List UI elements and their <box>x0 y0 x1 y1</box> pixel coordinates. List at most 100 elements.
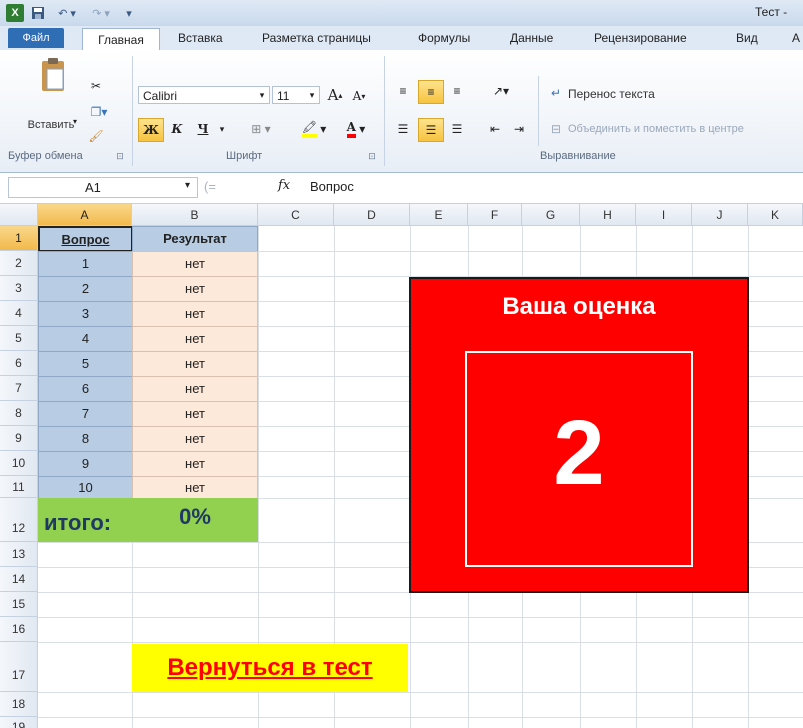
row-header-4[interactable]: 4 <box>0 301 38 326</box>
row-header-5[interactable]: 5 <box>0 326 38 351</box>
question-cell[interactable]: 1 <box>38 251 133 277</box>
question-cell[interactable]: 5 <box>38 351 133 377</box>
underline-dropdown-icon[interactable]: ▾ <box>216 120 228 138</box>
column-header-j[interactable]: J <box>692 204 748 226</box>
row-header-18[interactable]: 18 <box>0 692 38 717</box>
redo-icon[interactable]: ↷ ▾ <box>86 4 116 22</box>
column-header-a[interactable]: A <box>38 204 132 226</box>
align-left-icon[interactable]: ☰ <box>392 118 414 140</box>
splitter-icon[interactable]: (= <box>204 179 216 194</box>
bold-button[interactable]: Ж <box>138 118 164 142</box>
result-cell[interactable]: нет <box>132 376 258 402</box>
question-cell[interactable]: 10 <box>38 476 133 499</box>
shrink-font-button[interactable]: A ▾ <box>348 86 370 106</box>
row-header-2[interactable]: 2 <box>0 251 38 276</box>
font-dialog-launcher-icon[interactable]: ⊡ <box>366 150 378 162</box>
wrap-text-icon[interactable]: ↵ <box>546 84 566 102</box>
tab-data[interactable]: Данные <box>510 26 553 50</box>
save-icon[interactable] <box>30 4 46 22</box>
tab-home[interactable]: Главная <box>82 28 160 52</box>
result-cell[interactable]: нет <box>132 476 258 499</box>
customize-qat-icon[interactable]: ▾ <box>122 4 136 22</box>
align-middle-icon[interactable]: ≡ <box>418 80 444 104</box>
font-size-dropdown-icon[interactable]: ▾ <box>306 86 318 104</box>
column-header-i[interactable]: I <box>636 204 692 226</box>
result-cell[interactable]: нет <box>132 326 258 352</box>
result-cell[interactable]: нет <box>132 276 258 302</box>
fill-color-icon[interactable]: 🖍 ▾ <box>296 118 332 140</box>
row-header-14[interactable]: 14 <box>0 567 38 592</box>
row-header-16[interactable]: 16 <box>0 617 38 642</box>
row-header-10[interactable]: 10 <box>0 451 38 476</box>
align-center-icon[interactable]: ☰ <box>418 118 444 142</box>
question-cell[interactable]: 2 <box>38 276 133 302</box>
dialog-launcher-icon[interactable]: ⊡ <box>114 150 126 162</box>
row-header-8[interactable]: 8 <box>0 401 38 426</box>
worksheet-grid[interactable]: A B C D E F G H I J K 1 2 3 4 5 6 7 8 9 … <box>0 204 803 728</box>
format-painter-icon[interactable]: 🖌 <box>86 126 106 146</box>
row-header-17[interactable]: 17 <box>0 642 38 692</box>
row-header-19[interactable]: 19 <box>0 717 38 728</box>
tab-more[interactable]: А <box>792 26 800 50</box>
total-value[interactable]: 0% <box>132 500 258 534</box>
row-header-6[interactable]: 6 <box>0 351 38 376</box>
name-box[interactable]: A1 ▾ <box>8 177 198 198</box>
underline-button[interactable]: Ч <box>192 118 214 140</box>
total-label[interactable]: итого: <box>44 506 134 540</box>
result-cell[interactable]: нет <box>132 401 258 427</box>
undo-icon[interactable]: ↶ ▾ <box>54 4 80 22</box>
row-header-12[interactable]: 12 <box>0 498 38 542</box>
italic-button[interactable]: К <box>166 118 188 140</box>
column-header-f[interactable]: F <box>468 204 522 226</box>
tab-formulas[interactable]: Формулы <box>418 26 470 50</box>
orientation-icon[interactable]: ↗▾ <box>484 80 518 102</box>
grow-font-button[interactable]: A ▴ <box>324 84 346 106</box>
row-header-9[interactable]: 9 <box>0 426 38 451</box>
back-to-test-link[interactable]: Вернуться в тест <box>132 650 408 686</box>
row-header-7[interactable]: 7 <box>0 376 38 401</box>
align-top-icon[interactable]: ≡ <box>392 80 414 102</box>
result-cell[interactable]: нет <box>132 301 258 327</box>
align-right-icon[interactable]: ☰ <box>446 118 468 140</box>
column-header-c[interactable]: C <box>258 204 334 226</box>
header-question-cell[interactable]: Вопрос <box>38 226 133 252</box>
question-cell[interactable]: 7 <box>38 401 133 427</box>
column-header-d[interactable]: D <box>334 204 410 226</box>
result-cell[interactable]: нет <box>132 426 258 452</box>
header-result-cell[interactable]: Результат <box>132 226 258 252</box>
merge-center-icon[interactable]: ⊟ <box>546 120 566 138</box>
decrease-indent-icon[interactable]: ⇤ <box>484 118 506 140</box>
borders-icon[interactable]: ⊞ ▾ <box>244 118 278 140</box>
row-header-15[interactable]: 15 <box>0 592 38 617</box>
tab-review[interactable]: Рецензирование <box>594 26 687 50</box>
name-box-dropdown-icon[interactable]: ▾ <box>185 180 190 191</box>
row-header-13[interactable]: 13 <box>0 542 38 567</box>
question-cell[interactable]: 4 <box>38 326 133 352</box>
column-header-e[interactable]: E <box>410 204 468 226</box>
question-cell[interactable]: 9 <box>38 451 133 477</box>
column-header-h[interactable]: H <box>580 204 636 226</box>
column-header-k[interactable]: K <box>748 204 803 226</box>
increase-indent-icon[interactable]: ⇥ <box>508 118 530 140</box>
align-bottom-icon[interactable]: ≡ <box>446 80 468 102</box>
select-all-corner[interactable] <box>0 204 38 226</box>
question-cell[interactable]: 3 <box>38 301 133 327</box>
wrap-text-button[interactable]: Перенос текста <box>568 87 655 101</box>
result-cell[interactable]: нет <box>132 351 258 377</box>
insert-function-button[interactable]: fx <box>278 178 290 193</box>
row-header-11[interactable]: 11 <box>0 476 38 498</box>
font-name-combo[interactable]: Calibri <box>138 86 270 104</box>
copy-icon[interactable]: ❐▾ <box>86 102 112 122</box>
column-header-g[interactable]: G <box>522 204 580 226</box>
cut-icon[interactable]: ✂ <box>86 76 106 96</box>
result-cell[interactable]: нет <box>132 251 258 277</box>
question-cell[interactable]: 8 <box>38 426 133 452</box>
merge-center-button[interactable]: Объединить и поместить в центре <box>568 123 744 135</box>
result-cell[interactable]: нет <box>132 451 258 477</box>
row-header-3[interactable]: 3 <box>0 276 38 301</box>
paste-dropdown-icon[interactable]: ▾ <box>70 116 80 126</box>
font-color-icon[interactable]: A ▾ <box>338 118 374 140</box>
tab-insert[interactable]: Вставка <box>178 26 223 50</box>
tab-file[interactable]: Файл <box>8 28 64 48</box>
tab-view[interactable]: Вид <box>736 26 758 50</box>
